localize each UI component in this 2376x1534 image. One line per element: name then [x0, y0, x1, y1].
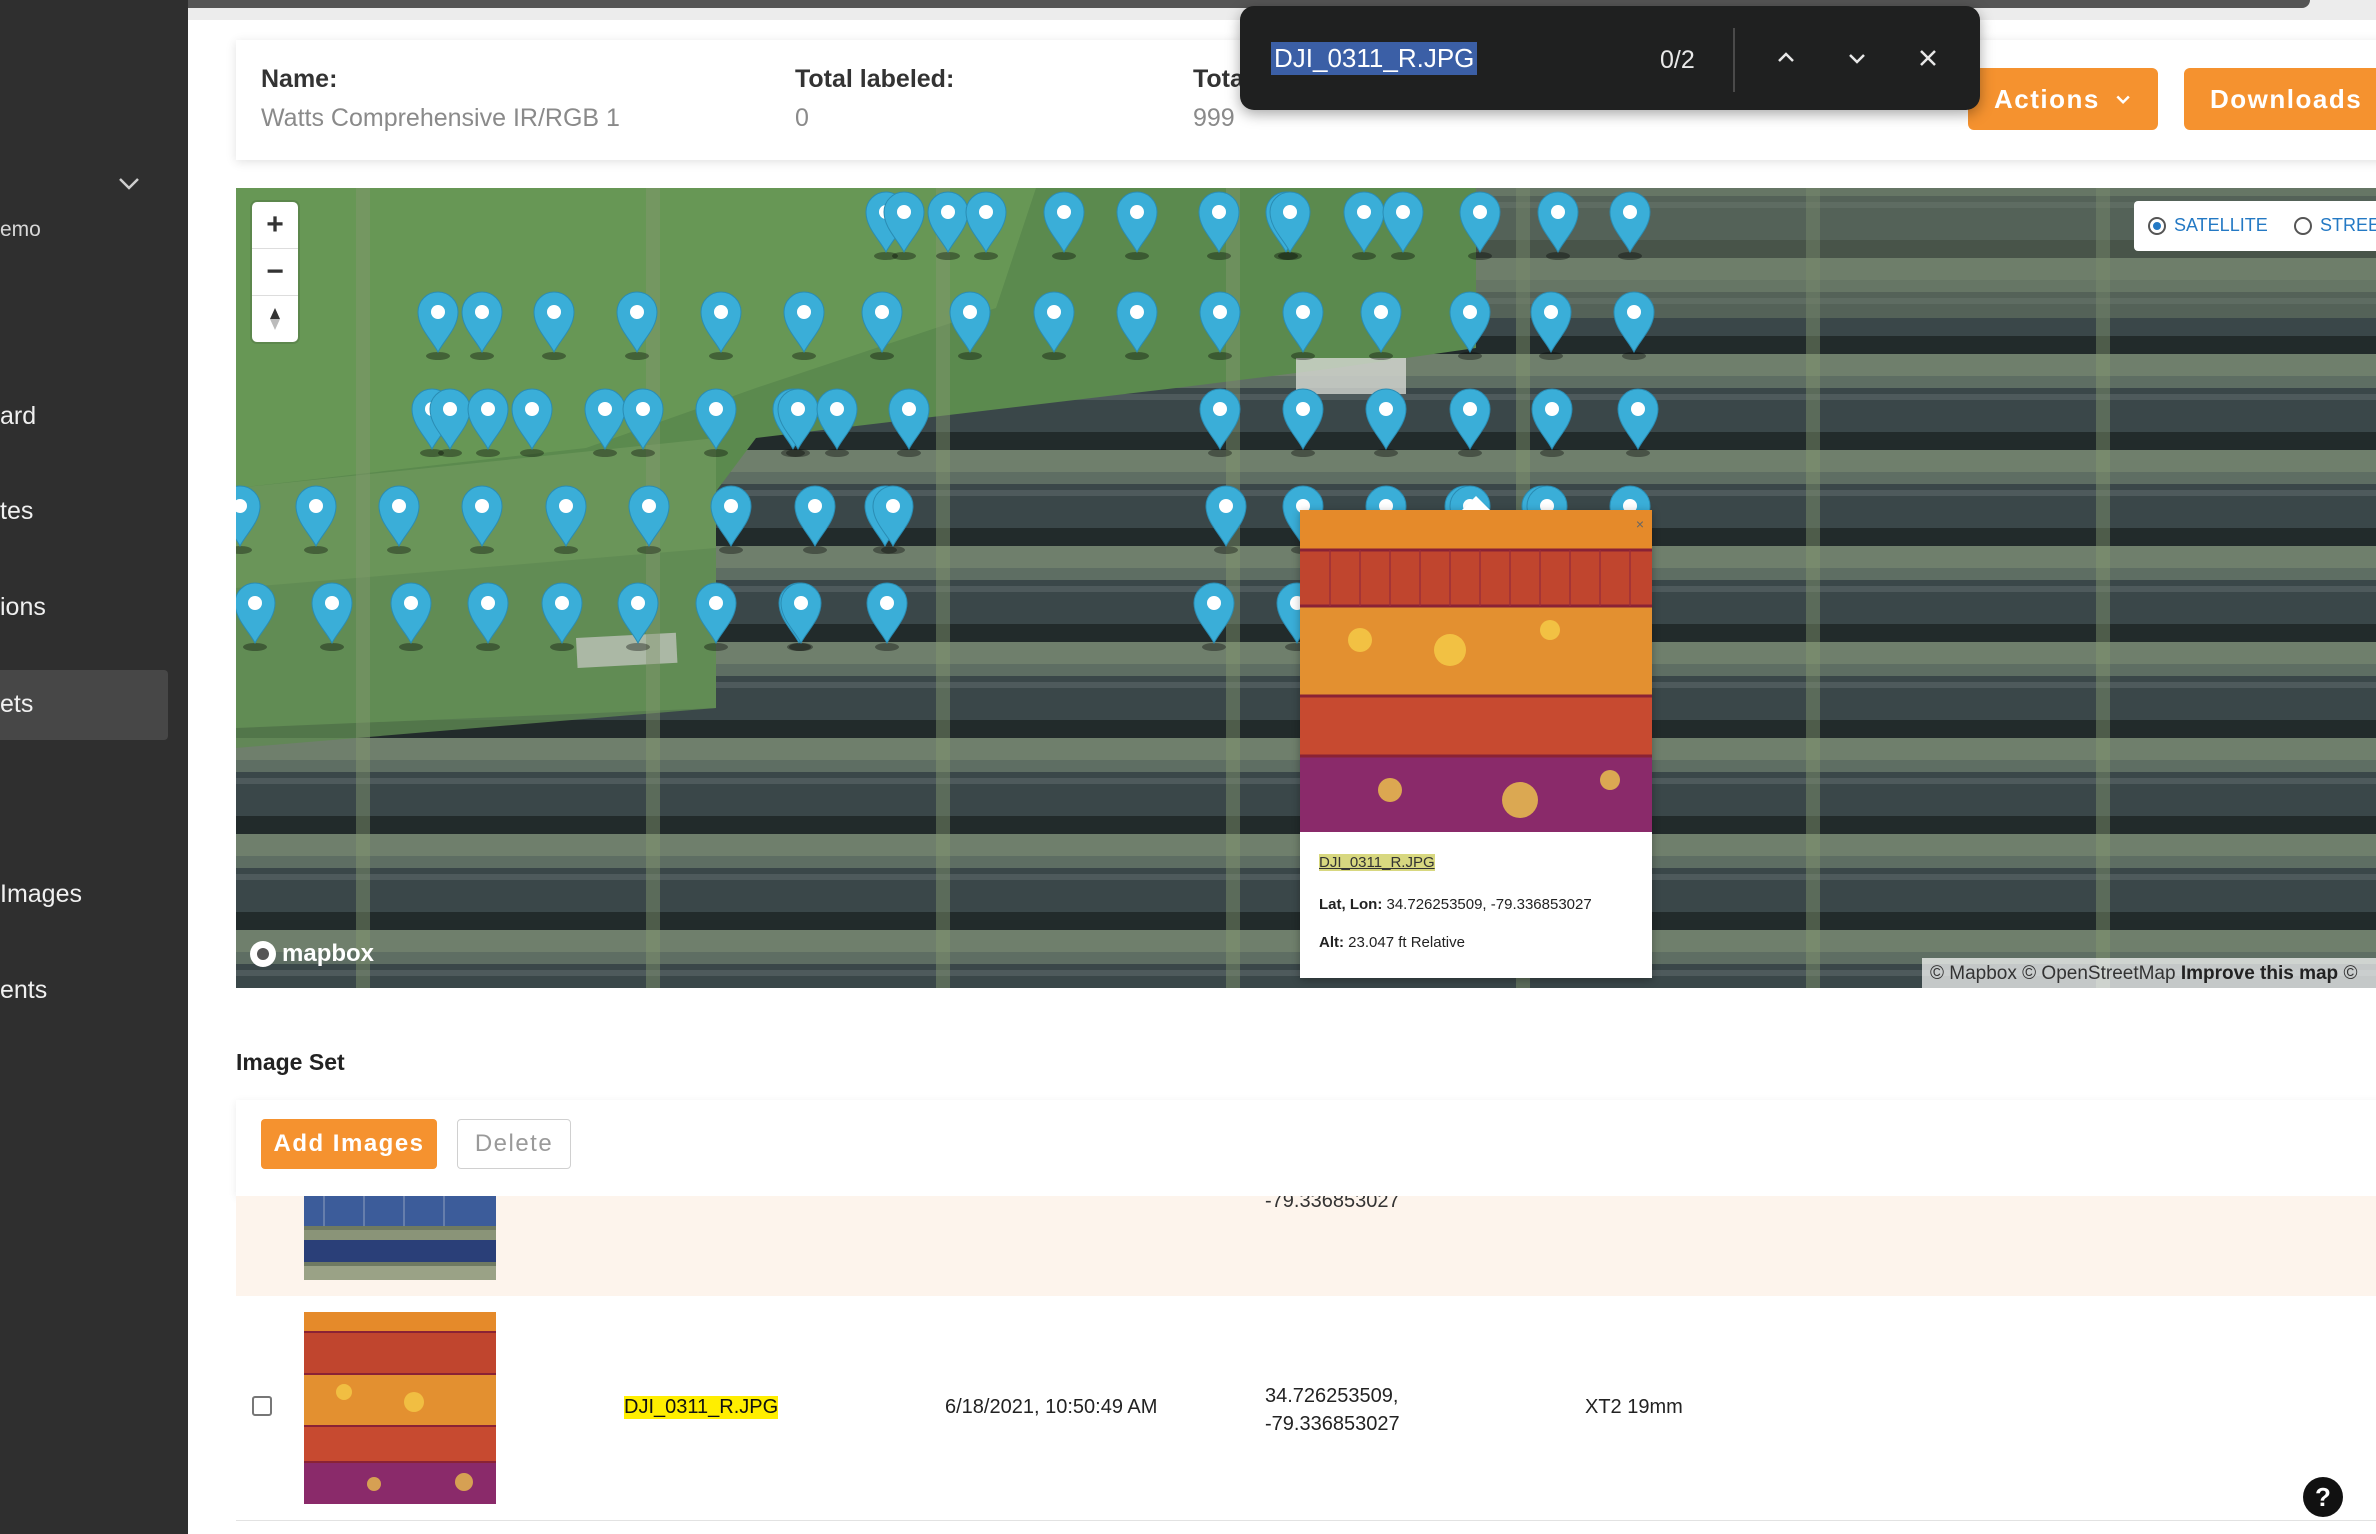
close-icon: [1920, 50, 1936, 66]
attribution-text[interactable]: © Mapbox © OpenStreetMap: [1930, 963, 2176, 984]
row-coordinates: 34.726253509, -79.336853027: [1265, 1382, 1400, 1438]
satellite-label: SATELLITE: [2174, 215, 2268, 235]
sidebar-item-label: ets: [0, 690, 34, 718]
find-close-button[interactable]: [1910, 40, 1946, 76]
name-value: Watts Comprehensive IR/RGB 1: [261, 104, 620, 132]
row-checkbox[interactable]: [252, 1396, 272, 1416]
streets-label: STREE: [2320, 215, 2376, 235]
chevron-up-icon: [1778, 52, 1794, 62]
find-in-page-bar: DJI_0311_R.JPG 0/2: [1240, 6, 1980, 110]
popup-latlon: Lat, Lon: 34.726253509, -79.336853027: [1319, 896, 1592, 913]
image-thumbnail[interactable]: [304, 1196, 496, 1280]
popup-alt-label: Alt:: [1319, 934, 1344, 951]
row-date: 6/18/2021, 10:50:49 AM: [945, 1396, 1158, 1418]
total-value: 999: [1193, 104, 1235, 132]
popup-alt-value: 23.047 ft Relative: [1348, 934, 1465, 951]
zoom-control: + −: [252, 202, 298, 342]
improve-map-link[interactable]: Improve this map: [2181, 963, 2338, 984]
image-thumbnail[interactable]: [304, 1312, 496, 1504]
mapbox-logo[interactable]: mapbox: [250, 940, 374, 968]
downloads-label: Downloads: [2210, 83, 2363, 114]
find-input[interactable]: DJI_0311_R.JPG: [1271, 42, 1478, 75]
sidebar: emo ard tes ions ets Images ents: [0, 0, 188, 1534]
sidebar-item-images[interactable]: Images: [0, 880, 82, 909]
row-filename[interactable]: DJI_0311_R.JPG: [624, 1396, 779, 1419]
compass-icon: [270, 308, 280, 330]
image-set-title: Image Set: [236, 1049, 345, 1075]
sidebar-item-dashboard[interactable]: ard: [0, 402, 36, 431]
total-label: Tota: [1193, 65, 1244, 93]
streets-radio[interactable]: [2294, 216, 2312, 235]
compass-button[interactable]: [252, 296, 298, 342]
total-labeled-value: 0: [795, 104, 809, 132]
zoom-in-button[interactable]: +: [252, 202, 298, 249]
mapbox-logo-icon: [250, 941, 276, 967]
name-label: Name:: [261, 65, 338, 93]
sidebar-item-documents[interactable]: ents: [0, 976, 47, 1005]
sidebar-item-image-sets[interactable]: ets: [0, 670, 168, 740]
popup-tip: [1462, 496, 1490, 510]
chevron-down-icon[interactable]: [115, 170, 143, 198]
popup-alt: Alt: 23.047 ft Relative: [1319, 934, 1465, 951]
actions-button[interactable]: Actions: [1968, 68, 2158, 130]
add-images-button[interactable]: Add Images: [261, 1119, 437, 1169]
find-previous-button[interactable]: [1768, 40, 1804, 76]
popup-close-icon[interactable]: ×: [1636, 516, 1644, 532]
sidebar-item-sites[interactable]: tes: [0, 497, 33, 526]
attribution-tail: ©: [2343, 963, 2358, 984]
delete-button[interactable]: Delete: [457, 1119, 571, 1169]
help-button[interactable]: ?: [2303, 1477, 2343, 1517]
streets-option[interactable]: STREE: [2294, 215, 2376, 236]
zoom-out-button[interactable]: −: [252, 249, 298, 296]
find-next-button[interactable]: [1839, 40, 1875, 76]
mapbox-logo-text: mapbox: [282, 940, 375, 967]
satellite-radio[interactable]: [2148, 216, 2166, 235]
popup-latlon-label: Lat, Lon:: [1319, 896, 1383, 913]
table-row[interactable]: DJI_0311_R.JPG 6/18/2021, 10:50:49 AM 34…: [236, 1296, 2376, 1521]
browser-top-strip: [0, 0, 2376, 20]
row-latitude: 34.726253509,: [1265, 1385, 1399, 1407]
chevron-down-icon: [1849, 54, 1865, 64]
popup-thermal-image: [1300, 510, 1652, 832]
row-longitude: -79.336853027: [1265, 1413, 1400, 1435]
downloads-button[interactable]: Downloads: [2184, 68, 2376, 130]
popup-latlon-value: 34.726253509, -79.336853027: [1386, 896, 1592, 913]
image-popup: × DJI_0311_R.JPG Lat, Lon: 34.726253509,…: [1300, 496, 1652, 978]
sidebar-item-inspections[interactable]: ions: [0, 593, 46, 622]
map-style-toggle: SATELLITE STREE: [2134, 201, 2376, 251]
find-divider: [1733, 28, 1735, 92]
table-row[interactable]: -79.336853027: [236, 1196, 2376, 1297]
find-match-count: 0/2: [1660, 46, 1695, 74]
popup-filename-link[interactable]: DJI_0311_R.JPG: [1319, 854, 1435, 871]
map[interactable]: + − SATELLITE STREE mapbox © Mapbox © Op…: [236, 188, 2376, 988]
total-labeled-label: Total labeled:: [795, 65, 955, 93]
org-name: emo: [0, 218, 41, 241]
row-camera: XT2 19mm: [1585, 1396, 1683, 1418]
actions-label: Actions: [1994, 83, 2100, 114]
satellite-option[interactable]: SATELLITE: [2148, 215, 2268, 236]
map-attribution: © Mapbox © OpenStreetMap Improve this ma…: [1922, 958, 2376, 988]
chevron-down-icon: [2116, 95, 2130, 105]
row-coordinates: -79.336853027: [1265, 1196, 1400, 1212]
